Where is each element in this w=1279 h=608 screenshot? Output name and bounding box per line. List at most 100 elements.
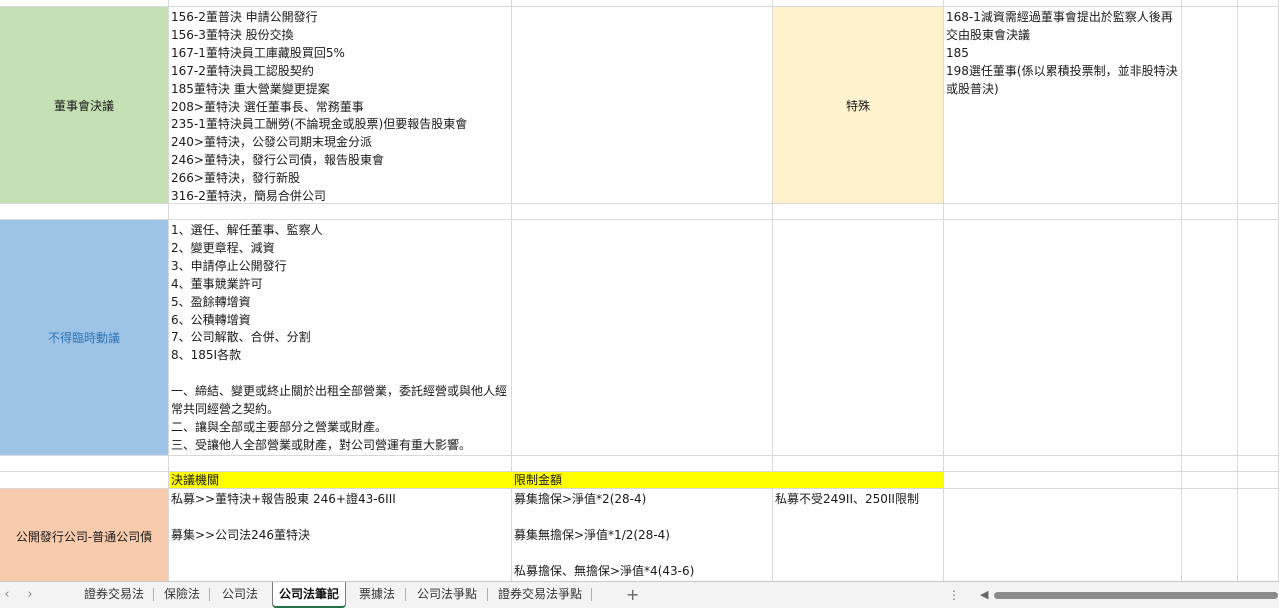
cell[interactable] bbox=[1238, 0, 1279, 7]
sheet-tab-label: 證券交易法 bbox=[83, 587, 144, 601]
cell[interactable] bbox=[1182, 204, 1238, 220]
sheet-tab[interactable]: 證券交易法爭點 bbox=[488, 582, 592, 608]
limit-amount-header[interactable]: 限制金額 bbox=[512, 472, 944, 489]
next-sheet-icon[interactable]: › bbox=[21, 587, 39, 602]
cell[interactable] bbox=[1238, 489, 1279, 581]
text-line bbox=[171, 365, 509, 383]
text-line: 三、受讓他人全部營業或財產，對公司營運有重大影響。 bbox=[171, 437, 472, 452]
cell[interactable] bbox=[773, 204, 944, 220]
text-line: 7、公司解散、合併、分割 bbox=[171, 330, 311, 345]
cell[interactable] bbox=[1182, 456, 1238, 472]
sheet-tab[interactable]: 票據法 bbox=[348, 582, 406, 608]
text-line: 募集擔保>淨值*2(28-4) bbox=[514, 492, 647, 506]
text-line: 168-1減資需經過董事會提出於監察人後再交由股東會決議 bbox=[946, 10, 1173, 42]
text-line bbox=[514, 545, 770, 563]
cell[interactable] bbox=[1238, 472, 1279, 489]
cell[interactable] bbox=[0, 472, 169, 489]
cell[interactable] bbox=[773, 456, 944, 472]
text-line: 募集無擔保>淨值*1/2(28-4) bbox=[514, 527, 670, 542]
text-line: 240>董特決，公發公司期末現金分派 bbox=[171, 135, 372, 150]
cell[interactable] bbox=[773, 220, 944, 456]
sheet-tab[interactable]: 證券交易法 bbox=[74, 582, 154, 608]
text-line: 1、選任、解任董事、監察人 bbox=[171, 223, 323, 237]
cell[interactable] bbox=[944, 0, 1182, 7]
board-resolution-label[interactable]: 董事會決議 bbox=[0, 7, 169, 204]
cell[interactable] bbox=[169, 204, 512, 220]
bond-note[interactable]: 私募不受249II、250II限制 bbox=[773, 489, 944, 581]
cell[interactable] bbox=[0, 456, 169, 472]
sheet-tab-label: 證券交易法爭點 bbox=[497, 587, 582, 601]
cell[interactable] bbox=[773, 0, 944, 7]
special-label-text: 特殊 bbox=[845, 98, 870, 113]
sheet-tab-label: 公司法 bbox=[221, 587, 258, 601]
text-line: 246>董特決，發行公司債，報告股東會 bbox=[171, 153, 384, 168]
cell[interactable] bbox=[1182, 0, 1238, 7]
cell[interactable] bbox=[1182, 472, 1238, 489]
text-line: 3、申請停止公開發行 bbox=[171, 258, 287, 273]
limit-amount-header-text: 限制金額 bbox=[514, 473, 563, 487]
horizontal-scrollbar[interactable]: ◀ bbox=[978, 588, 1278, 603]
cell[interactable] bbox=[512, 220, 773, 456]
text-line: 一、締結、變更或終止關於出租全部營業，委託經營或與他人經常共同經營之契約。 bbox=[171, 384, 508, 417]
more-options-icon[interactable]: ⋮ bbox=[948, 588, 961, 602]
text-line: 8、185I各款 bbox=[171, 348, 242, 363]
cell[interactable] bbox=[512, 456, 773, 472]
cell[interactable] bbox=[0, 0, 169, 7]
authority-header[interactable]: 決議機關 bbox=[169, 472, 512, 489]
special-articles-text: 168-1減資需經過董事會提出於監察人後再交由股東會決議 185 198選任董事(係… bbox=[944, 7, 1181, 99]
bond-limit[interactable]: 募集擔保>淨值*2(28-4) 募集無擔保>淨值*1/2(28-4) 私募擔保、… bbox=[512, 489, 773, 581]
special-articles[interactable]: 168-1減資需經過董事會提出於監察人後再交由股東會決議 185 198選任董事(係… bbox=[944, 7, 1182, 204]
scrollbar-thumb[interactable] bbox=[994, 592, 1278, 599]
text-line: 二、讓與全部或主要部分之營業或財產。 bbox=[171, 419, 388, 434]
special-label[interactable]: 特殊 bbox=[773, 7, 944, 204]
sheet-tab[interactable]: 保險法 bbox=[154, 582, 210, 608]
sheet-tab[interactable]: 公司法 bbox=[210, 582, 270, 608]
cell[interactable] bbox=[169, 0, 512, 7]
bond-limit-text: 募集擔保>淨值*2(28-4) 募集無擔保>淨值*1/2(28-4) 私募擔保、… bbox=[512, 489, 772, 581]
text-line bbox=[514, 509, 770, 527]
authority-header-text: 決議機關 bbox=[171, 473, 220, 487]
spreadsheet-grid: 董事會決議 156-2董普決 申請公開發行 156-3董特決 股份交換 167-1董… bbox=[0, 0, 1279, 581]
bond-note-text: 私募不受249II、250II限制 bbox=[775, 492, 919, 506]
cell[interactable] bbox=[1182, 7, 1238, 204]
no-temporary-motion-label-text: 不得臨時動議 bbox=[47, 331, 120, 345]
text-line: 208>董特決 選任董事長、常務董事 bbox=[171, 99, 364, 114]
cell[interactable] bbox=[0, 204, 169, 220]
cell[interactable] bbox=[944, 489, 1182, 581]
public-company-bond-label-text: 公開發行公司-普通公司債 bbox=[15, 529, 153, 544]
no-temporary-motion-items[interactable]: 1、選任、解任董事、監察人 2、變更章程、減資 3、申請停止公開發行 4、董事競業許可… bbox=[169, 220, 512, 456]
text-line: 266>董特決，發行新股 bbox=[171, 171, 300, 186]
cell[interactable] bbox=[1238, 456, 1279, 472]
no-temporary-motion-label[interactable]: 不得臨時動議 bbox=[0, 220, 169, 456]
text-line: 私募>>董特決+報告股東 246+證43-6III bbox=[171, 492, 396, 506]
cell[interactable] bbox=[169, 456, 512, 472]
cell[interactable] bbox=[512, 204, 773, 220]
cell[interactable] bbox=[512, 0, 773, 7]
bond-authority[interactable]: 私募>>董特決+報告股東 246+證43-6III 募集>>公司法246董特決 bbox=[169, 489, 512, 581]
add-sheet-icon[interactable]: + bbox=[626, 585, 639, 604]
cell[interactable] bbox=[944, 220, 1182, 456]
public-company-bond-label[interactable]: 公開發行公司-普通公司債 bbox=[0, 489, 169, 581]
cell[interactable] bbox=[944, 472, 1182, 489]
prev-sheet-icon[interactable]: ‹ bbox=[0, 587, 16, 602]
sheet-tab-active[interactable]: 公司法筆記 bbox=[272, 582, 346, 608]
cell[interactable] bbox=[512, 7, 773, 204]
cell[interactable] bbox=[1238, 7, 1279, 204]
sheet-tab-label: 票據法 bbox=[358, 587, 395, 601]
text-line: 198選任董事(係以累積投票制，並非股特決或股普決) bbox=[946, 63, 1178, 96]
cell[interactable] bbox=[1182, 220, 1238, 456]
sheet-tab[interactable]: 公司法爭點 bbox=[406, 582, 488, 608]
board-resolution-articles[interactable]: 156-2董普決 申請公開發行 156-3董特決 股份交換 167-1董特決員工庫藏… bbox=[169, 7, 512, 204]
cell[interactable] bbox=[1238, 220, 1279, 456]
scroll-left-icon[interactable]: ◀ bbox=[980, 588, 988, 601]
cell[interactable] bbox=[944, 456, 1182, 472]
board-resolution-articles-text: 156-2董普決 申請公開發行 156-3董特決 股份交換 167-1董特決員工庫藏… bbox=[169, 7, 511, 203]
cell[interactable] bbox=[1238, 204, 1279, 220]
text-line: 4、董事競業許可 bbox=[171, 276, 263, 291]
sheet-tab-label: 保險法 bbox=[163, 587, 200, 601]
text-line: 185董特決 重大營業變更提案 bbox=[171, 81, 330, 96]
cell[interactable] bbox=[944, 204, 1182, 220]
text-line: 167-2董特決員工認股契約 bbox=[171, 63, 314, 78]
cell[interactable] bbox=[1182, 489, 1238, 581]
text-line: 6、公積轉增資 bbox=[171, 312, 251, 327]
